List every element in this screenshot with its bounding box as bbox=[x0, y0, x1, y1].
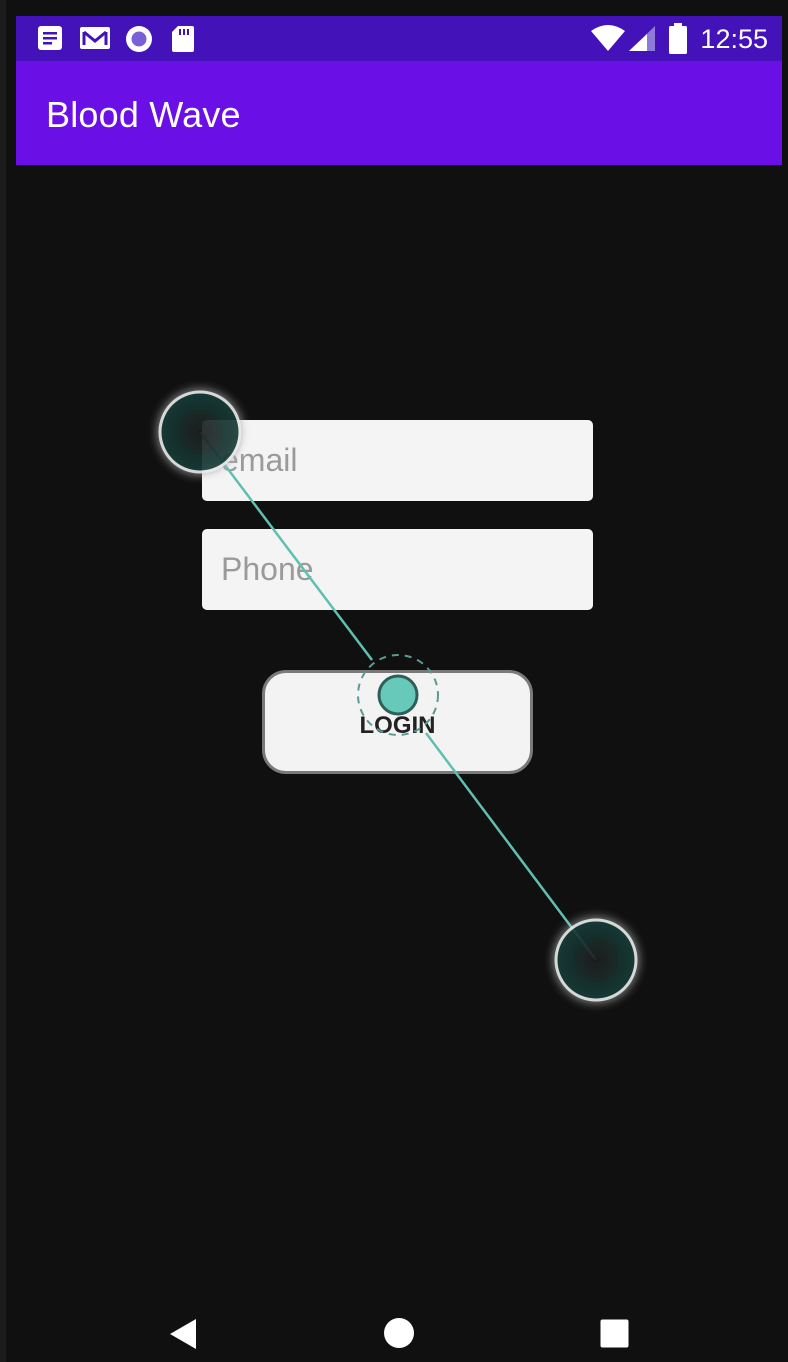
login-button[interactable]: LOGIN bbox=[262, 670, 533, 774]
screen-edge bbox=[0, 0, 6, 1362]
status-bar: 12:55 bbox=[16, 16, 782, 61]
battery-icon bbox=[668, 23, 688, 60]
device-screen: 12:55 Blood Wave LOGIN bbox=[0, 0, 788, 1362]
signal-icon bbox=[628, 25, 656, 58]
wifi-icon bbox=[590, 25, 626, 58]
sd-card-icon bbox=[170, 24, 196, 59]
notes-icon bbox=[36, 24, 64, 57]
recents-icon[interactable] bbox=[600, 1319, 629, 1353]
home-icon[interactable] bbox=[383, 1317, 415, 1354]
app-title: Blood Wave bbox=[46, 94, 241, 135]
back-icon[interactable] bbox=[168, 1318, 198, 1355]
navigation-bar bbox=[0, 1300, 788, 1362]
clock-time: 12:55 bbox=[700, 24, 768, 54]
phone-field[interactable] bbox=[202, 529, 593, 610]
touch-end-point bbox=[554, 918, 638, 1002]
email-field[interactable] bbox=[202, 420, 593, 501]
app-bar: Blood Wave bbox=[16, 61, 782, 165]
gmail-icon bbox=[78, 24, 112, 57]
circle-app-icon bbox=[124, 24, 154, 59]
